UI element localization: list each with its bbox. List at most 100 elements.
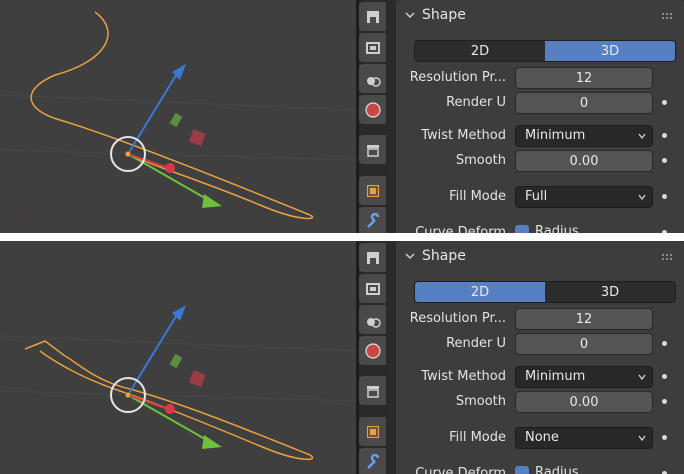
- render-field[interactable]: 0: [515, 92, 653, 114]
- top-screenshot: Shape 2D 3D Resolution Pr... 12 Render U…: [0, 0, 684, 233]
- shape-panel-header[interactable]: Shape: [396, 0, 684, 32]
- render-tab[interactable]: [359, 33, 386, 62]
- modifier-tab[interactable]: [359, 448, 386, 474]
- radius-label: Radius: [535, 465, 579, 474]
- twist-label: Twist Method: [421, 369, 506, 384]
- chevron-down-icon: [638, 133, 646, 140]
- render-row: Render U 0: [396, 333, 684, 357]
- shape-panel-header[interactable]: Shape: [396, 241, 684, 273]
- twist-value: Minimum: [525, 128, 586, 143]
- world-tab[interactable]: [359, 95, 386, 124]
- tool-icon: [366, 10, 379, 23]
- twist-label: Twist Method: [421, 128, 506, 143]
- dimensions-toggle: 2D 3D: [414, 281, 676, 303]
- animate-property-icon[interactable]: [662, 374, 667, 379]
- resolution-label: Resolution Pr...: [409, 311, 506, 326]
- animate-property-icon[interactable]: [662, 158, 667, 163]
- collection-tab[interactable]: [359, 376, 386, 405]
- fill-row: Fill Mode None: [396, 427, 684, 451]
- world-icon: [364, 101, 381, 118]
- radius-checkbox[interactable]: [515, 225, 529, 233]
- resolution-field[interactable]: 12: [515, 308, 653, 330]
- fill-label: Fill Mode: [449, 189, 506, 204]
- bezier-curve: [24, 340, 314, 461]
- chevron-down-icon: [638, 194, 646, 201]
- animate-property-icon[interactable]: [662, 341, 667, 346]
- 3d-viewport[interactable]: [0, 241, 356, 474]
- animate-property-icon[interactable]: [662, 133, 667, 138]
- chevron-down-icon: [405, 12, 415, 19]
- render-label: Render U: [446, 95, 506, 110]
- radius-label: Radius: [535, 224, 579, 233]
- properties-editor: Shape 2D 3D Resolution Pr... 12 Render U…: [388, 241, 684, 474]
- render-field[interactable]: 0: [515, 333, 653, 355]
- collection-tab[interactable]: [359, 135, 386, 164]
- panel-title: Shape: [422, 7, 466, 23]
- y-axis-arrow-icon: [202, 435, 222, 449]
- toggle-3d-button[interactable]: 3D: [545, 282, 675, 302]
- dimensions-toggle: 2D 3D: [414, 40, 676, 62]
- render-tab[interactable]: [359, 274, 386, 303]
- animate-property-icon[interactable]: [662, 399, 667, 404]
- tool-tab[interactable]: [359, 243, 386, 272]
- animate-property-icon[interactable]: [662, 435, 667, 440]
- resolution-row: Resolution Pr... 12: [396, 308, 684, 332]
- properties-tab-strip: [356, 241, 388, 474]
- toggle-3d-button[interactable]: 3D: [545, 41, 675, 61]
- 3d-viewport[interactable]: [0, 0, 356, 233]
- object-tab[interactable]: [359, 417, 386, 446]
- object-tab[interactable]: [359, 176, 386, 205]
- render-icon: [365, 41, 380, 54]
- fill-row: Fill Mode Full: [396, 186, 684, 210]
- world-tab[interactable]: [359, 336, 386, 365]
- viewport-scene: [0, 305, 356, 474]
- chevron-down-icon: [638, 374, 646, 381]
- twist-row: Twist Method Minimum: [396, 366, 684, 390]
- twist-value: Minimum: [525, 369, 586, 384]
- curve-deform-row: Curve Deform Radius: [396, 222, 684, 233]
- curve-deform-label: Curve Deform: [415, 225, 506, 233]
- smooth-field[interactable]: 0.00: [515, 391, 653, 413]
- fill-value: Full: [525, 189, 548, 204]
- resolution-row: Resolution Pr... 12: [396, 67, 684, 91]
- bezier-curve: [30, 11, 314, 220]
- object-icon: [366, 184, 379, 197]
- fill-value: None: [525, 430, 559, 445]
- twist-method-dropdown[interactable]: Minimum: [515, 366, 653, 388]
- animate-property-icon[interactable]: [662, 194, 667, 199]
- tool-tab[interactable]: [359, 2, 386, 31]
- curve-deform-label: Curve Deform: [415, 466, 506, 474]
- fill-mode-dropdown[interactable]: None: [515, 427, 653, 449]
- output-tab[interactable]: [359, 305, 386, 334]
- drag-grip-icon[interactable]: [662, 13, 674, 19]
- screenshot-divider: [0, 233, 684, 241]
- toggle-2d-button[interactable]: 2D: [415, 41, 545, 61]
- radius-checkbox[interactable]: [515, 466, 529, 474]
- smooth-label: Smooth: [455, 394, 506, 409]
- render-icon: [365, 282, 380, 295]
- animate-property-icon[interactable]: [662, 100, 667, 105]
- twist-method-dropdown[interactable]: Minimum: [515, 125, 653, 147]
- shape-panel: Shape 2D 3D Resolution Pr... 12 Render U…: [396, 241, 684, 474]
- fill-mode-dropdown[interactable]: Full: [515, 186, 653, 208]
- shape-panel: Shape 2D 3D Resolution Pr... 12 Render U…: [396, 0, 684, 233]
- smooth-field[interactable]: 0.00: [515, 150, 653, 172]
- fill-label: Fill Mode: [449, 430, 506, 445]
- panel-title: Shape: [422, 248, 466, 264]
- modifier-icon: [366, 212, 379, 228]
- resolution-field[interactable]: 12: [515, 67, 653, 89]
- properties-tab-strip: [356, 0, 388, 233]
- toggle-2d-button[interactable]: 2D: [415, 282, 545, 302]
- viewport-scene: [0, 11, 356, 233]
- properties-editor: Shape 2D 3D Resolution Pr... 12 Render U…: [388, 0, 684, 233]
- output-tab[interactable]: [359, 64, 386, 93]
- output-icon: [366, 317, 381, 328]
- collection-icon: [366, 144, 379, 157]
- object-icon: [366, 425, 379, 438]
- world-icon: [364, 342, 381, 359]
- modifier-tab[interactable]: [359, 207, 386, 233]
- drag-grip-icon[interactable]: [662, 254, 674, 260]
- collection-icon: [366, 385, 379, 398]
- render-row: Render U 0: [396, 92, 684, 116]
- resolution-label: Resolution Pr...: [409, 70, 506, 85]
